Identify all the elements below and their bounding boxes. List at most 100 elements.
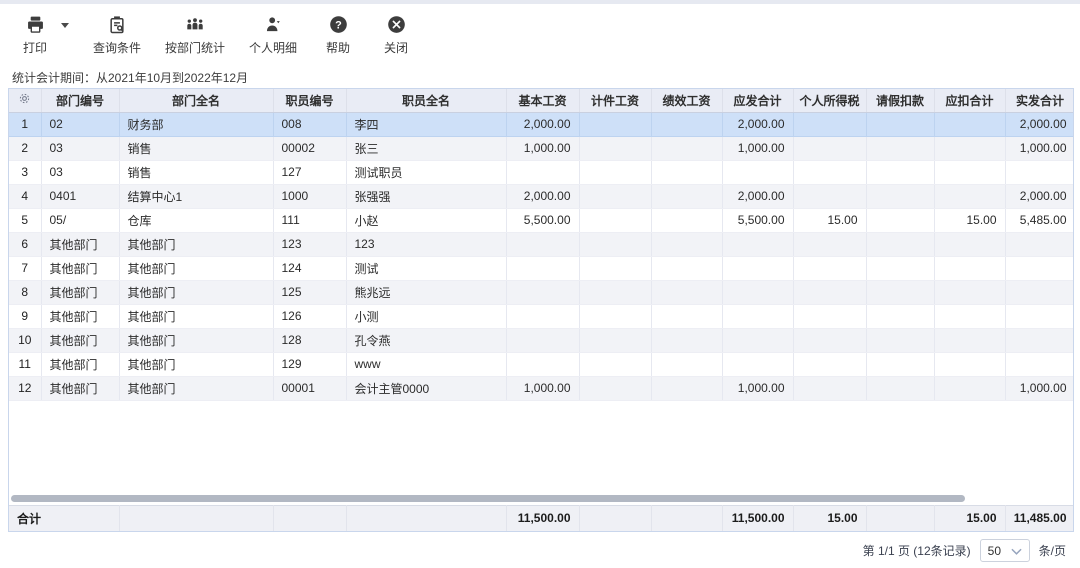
cell[interactable]: 1,000.00 [722, 136, 793, 160]
cell[interactable]: 2,000.00 [722, 184, 793, 208]
table-row[interactable]: 7其他部门其他部门124测试 [9, 256, 1074, 280]
table-row[interactable]: 9其他部门其他部门126小测 [9, 304, 1074, 328]
cell[interactable]: 测试 [346, 256, 506, 280]
cell[interactable] [866, 304, 934, 328]
cell[interactable] [934, 280, 1005, 304]
cell[interactable]: 128 [273, 328, 346, 352]
cell[interactable] [651, 352, 722, 376]
cell[interactable] [506, 304, 579, 328]
cell[interactable]: 1,000.00 [722, 376, 793, 400]
cell[interactable] [651, 280, 722, 304]
cell[interactable]: 其他部门 [41, 352, 119, 376]
cell[interactable]: 孔令燕 [346, 328, 506, 352]
column-header[interactable]: 职员编号 [273, 89, 346, 112]
column-header[interactable]: 绩效工资 [651, 89, 722, 112]
cell[interactable]: 其他部门 [119, 232, 273, 256]
cell[interactable]: 129 [273, 352, 346, 376]
cell[interactable] [506, 328, 579, 352]
cell[interactable]: 1,000.00 [1005, 376, 1074, 400]
cell[interactable] [793, 112, 866, 136]
cell[interactable] [651, 328, 722, 352]
cell[interactable]: 0401 [41, 184, 119, 208]
cell[interactable] [722, 232, 793, 256]
cell[interactable] [722, 256, 793, 280]
table-row[interactable]: 8其他部门其他部门125熊兆远 [9, 280, 1074, 304]
cell[interactable] [579, 304, 651, 328]
cell[interactable] [866, 232, 934, 256]
cell[interactable]: 销售 [119, 160, 273, 184]
cell[interactable] [934, 160, 1005, 184]
cell[interactable] [793, 184, 866, 208]
column-header[interactable]: 计件工资 [579, 89, 651, 112]
help-button[interactable]: ? 帮助 [321, 14, 355, 56]
cell[interactable] [651, 184, 722, 208]
cell[interactable]: 其他部门 [119, 256, 273, 280]
cell[interactable] [579, 208, 651, 232]
cell[interactable] [506, 352, 579, 376]
cell[interactable]: 1,000.00 [506, 136, 579, 160]
cell[interactable]: 测试职员 [346, 160, 506, 184]
column-header[interactable]: 实发合计 [1005, 89, 1074, 112]
cell[interactable] [651, 208, 722, 232]
cell[interactable] [722, 160, 793, 184]
column-header[interactable]: 应发合计 [722, 89, 793, 112]
print-dropdown-caret-icon[interactable] [61, 23, 69, 28]
table-row[interactable]: 10其他部门其他部门128孔令燕 [9, 328, 1074, 352]
cell[interactable] [651, 112, 722, 136]
cell[interactable]: 127 [273, 160, 346, 184]
cell[interactable] [793, 136, 866, 160]
cell[interactable]: 李四 [346, 112, 506, 136]
cell[interactable]: 其他部门 [41, 304, 119, 328]
cell[interactable]: 2,000.00 [1005, 112, 1074, 136]
table-row[interactable]: 203销售00002张三1,000.001,000.001,000.00 [9, 136, 1074, 160]
cell[interactable] [651, 232, 722, 256]
cell[interactable] [506, 256, 579, 280]
cell[interactable] [793, 160, 866, 184]
cell[interactable]: 05/ [41, 208, 119, 232]
table-row[interactable]: 40401结算中心11000张强强2,000.002,000.002,000.0… [9, 184, 1074, 208]
cell[interactable] [506, 160, 579, 184]
cell[interactable] [579, 376, 651, 400]
cell[interactable]: 2,000.00 [506, 112, 579, 136]
cell[interactable]: 2,000.00 [1005, 184, 1074, 208]
table-row[interactable]: 6其他部门其他部门123123 [9, 232, 1074, 256]
cell[interactable]: 008 [273, 112, 346, 136]
close-button[interactable]: 关闭 [379, 14, 413, 56]
cell[interactable]: 02 [41, 112, 119, 136]
cell[interactable]: 其他部门 [119, 352, 273, 376]
cell[interactable]: 2,000.00 [722, 112, 793, 136]
cell[interactable]: 熊兆远 [346, 280, 506, 304]
cell[interactable]: 124 [273, 256, 346, 280]
cell[interactable]: 仓库 [119, 208, 273, 232]
cell[interactable]: 其他部门 [41, 328, 119, 352]
cell[interactable]: 小赵 [346, 208, 506, 232]
cell[interactable] [579, 280, 651, 304]
cell[interactable] [1005, 160, 1074, 184]
cell[interactable] [793, 304, 866, 328]
cell[interactable]: 15.00 [934, 208, 1005, 232]
cell[interactable] [793, 256, 866, 280]
cell[interactable] [793, 280, 866, 304]
cell[interactable] [651, 376, 722, 400]
cell[interactable] [866, 352, 934, 376]
query-conditions-button[interactable]: 查询条件 [93, 14, 141, 56]
cell[interactable]: 小测 [346, 304, 506, 328]
cell[interactable] [934, 328, 1005, 352]
cell[interactable] [793, 232, 866, 256]
table-row[interactable]: 12其他部门其他部门00001会计主管00001,000.001,000.001… [9, 376, 1074, 400]
cell[interactable] [579, 184, 651, 208]
cell[interactable] [651, 256, 722, 280]
cell[interactable] [1005, 304, 1074, 328]
cell[interactable] [651, 160, 722, 184]
cell[interactable] [651, 304, 722, 328]
cell[interactable]: 111 [273, 208, 346, 232]
cell[interactable] [506, 232, 579, 256]
print-button[interactable]: 打印 [18, 14, 52, 56]
cell[interactable]: 126 [273, 304, 346, 328]
cell[interactable]: 张强强 [346, 184, 506, 208]
cell[interactable]: 15.00 [793, 208, 866, 232]
page-size-select[interactable]: 50 [980, 539, 1030, 562]
cell[interactable]: 其他部门 [119, 328, 273, 352]
column-settings-header[interactable] [9, 89, 41, 112]
cell[interactable]: 其他部门 [119, 280, 273, 304]
